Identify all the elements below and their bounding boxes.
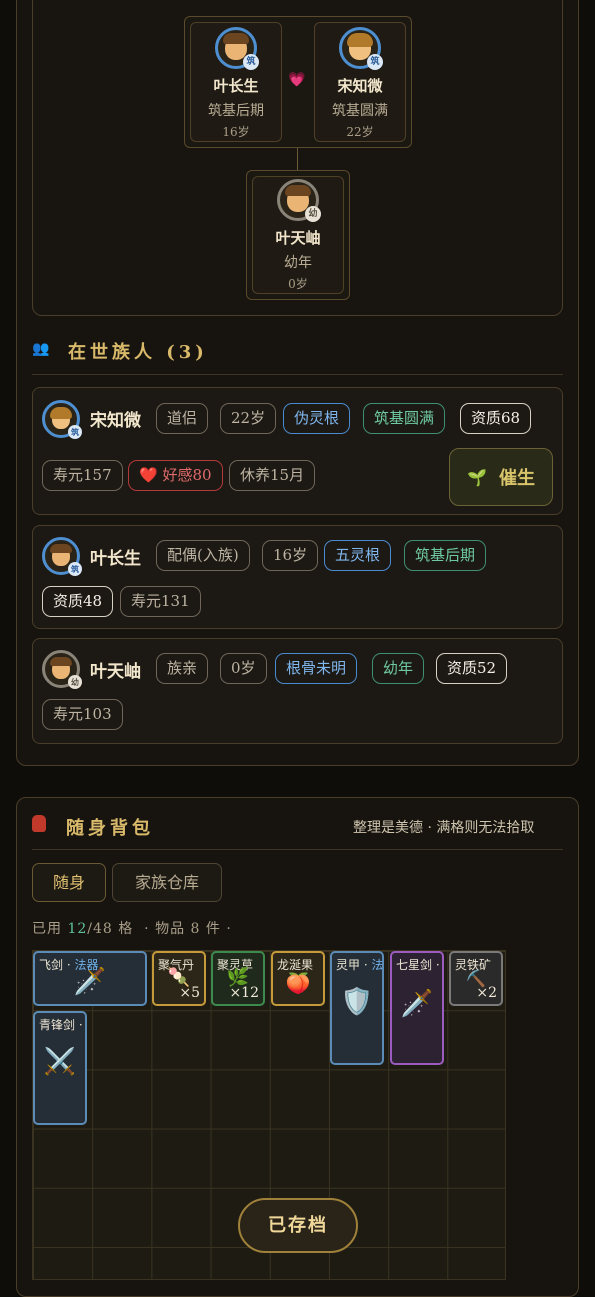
tab-carry[interactable]: 随身	[32, 863, 106, 902]
members-title: 在世族人 (3)	[68, 342, 208, 363]
member-1-avatar: 筑	[42, 400, 82, 439]
item-spirit-iron-ore[interactable]: 灵铁矿 ⛏️ ×2	[449, 951, 503, 1006]
dagger-icon: 🗡️	[400, 989, 434, 1019]
item-spirit-armor[interactable]: 灵甲 · 法 🛡️	[330, 951, 384, 1065]
member-1-aptitude: 资质68	[460, 403, 532, 434]
member-2-name: 叶长生	[90, 549, 141, 569]
heart-small-icon: ❤️	[139, 466, 158, 484]
child-node[interactable]: 幼 叶天岫 幼年 0岁	[252, 176, 344, 294]
item-seven-star-sword[interactable]: 七星剑 · 🗡️	[390, 951, 444, 1065]
item-green-edge-sword[interactable]: 青锋剑 · ⚔️	[33, 1011, 87, 1125]
crossed-swords-icon: ⚔️	[43, 1047, 77, 1077]
child-stage: 幼年	[284, 255, 312, 271]
father-name: 叶长生	[213, 77, 259, 95]
heart-icon: 💗	[288, 72, 306, 88]
member-1-rest: 休养15月	[229, 460, 316, 491]
saved-button[interactable]: 已存档	[238, 1198, 358, 1253]
backpack-icon	[32, 815, 46, 832]
father-stage: 筑基后期	[208, 103, 264, 119]
fruit-icon: 🍑	[285, 971, 311, 995]
shield-icon: 🛡️	[340, 987, 374, 1017]
member-1-stage: 筑基圆满	[363, 403, 446, 434]
item-dragon-fruit[interactable]: 龙涎果 🍑	[271, 951, 325, 1006]
tab-family-storage[interactable]: 家族仓库	[112, 863, 222, 902]
member-2-aptitude: 资质48	[42, 586, 114, 617]
child-name: 叶天岫	[275, 229, 321, 247]
member-3-avatar: 幼	[42, 650, 82, 689]
member-3-stage: 幼年	[372, 653, 425, 684]
item-spirit-herb[interactable]: 聚灵草 🌿 ×12	[211, 951, 265, 1006]
bag-note: 整理是美德 · 满格则无法拾取	[353, 820, 535, 836]
member-2-avatar: 筑	[42, 537, 82, 576]
breed-button[interactable]: 🌱 催生	[449, 448, 553, 506]
bag-usage: 已用 12/48 格 · 物品 8 件 ·	[32, 921, 232, 937]
member-2-root: 五灵根	[324, 540, 392, 571]
item-qi-pill[interactable]: 聚气丹 🍡 ×5	[152, 951, 206, 1006]
sword-icon: 🗡️	[73, 967, 107, 997]
father-node[interactable]: 筑 叶长生 筑基后期 16岁	[190, 22, 282, 142]
child-age: 0岁	[288, 277, 308, 291]
member-3-role: 族亲	[156, 653, 209, 684]
member-3-age: 0岁	[220, 653, 267, 684]
member-3-name: 叶天岫	[90, 662, 141, 682]
member-1-lifespan: 寿元157	[42, 460, 123, 491]
member-3-lifespan: 寿元103	[42, 699, 123, 730]
people-icon: 👥	[32, 341, 50, 357]
member-1-root: 伪灵根	[283, 403, 351, 434]
father-age: 16岁	[222, 125, 250, 139]
member-2-role: 配偶(入族)	[156, 540, 250, 571]
member-1-role: 道侣	[156, 403, 209, 434]
member-1-affection: ❤️ 好感80	[128, 460, 223, 491]
member-2-lifespan: 寿元131	[120, 586, 201, 617]
mother-age: 22岁	[346, 125, 374, 139]
item-flying-sword[interactable]: 飞剑 · 法器 🗡️	[33, 951, 147, 1006]
mother-avatar: 筑	[339, 27, 383, 70]
mother-stage: 筑基圆满	[332, 103, 388, 119]
member-1-name: 宋知微	[90, 411, 141, 431]
member-2-age: 16岁	[262, 540, 319, 571]
sprout-icon: 🌱	[467, 467, 487, 487]
bag-title: 随身背包	[66, 818, 154, 839]
member-3-aptitude: 资质52	[436, 653, 508, 684]
father-avatar: 筑	[215, 27, 259, 70]
member-3-root: 根骨未明	[275, 653, 358, 684]
member-2-stage: 筑基后期	[404, 540, 487, 571]
bag-divider	[32, 849, 563, 850]
member-1-age: 22岁	[220, 403, 277, 434]
members-divider	[32, 374, 563, 375]
mother-node[interactable]: 筑 宋知微 筑基圆满 22岁	[314, 22, 406, 142]
tree-connector	[297, 148, 298, 170]
child-avatar: 幼	[277, 179, 321, 222]
mother-name: 宋知微	[337, 77, 383, 95]
